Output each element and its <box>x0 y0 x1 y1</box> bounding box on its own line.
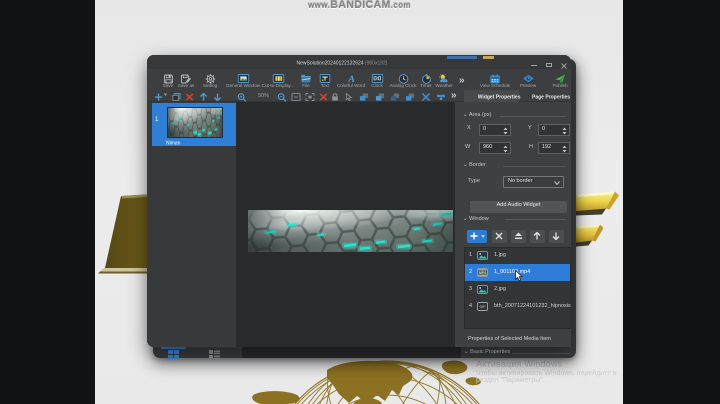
svg-text:A: A <box>347 74 355 84</box>
svg-text:GIF: GIF <box>480 305 487 309</box>
svg-text:MP4: MP4 <box>479 270 486 274</box>
